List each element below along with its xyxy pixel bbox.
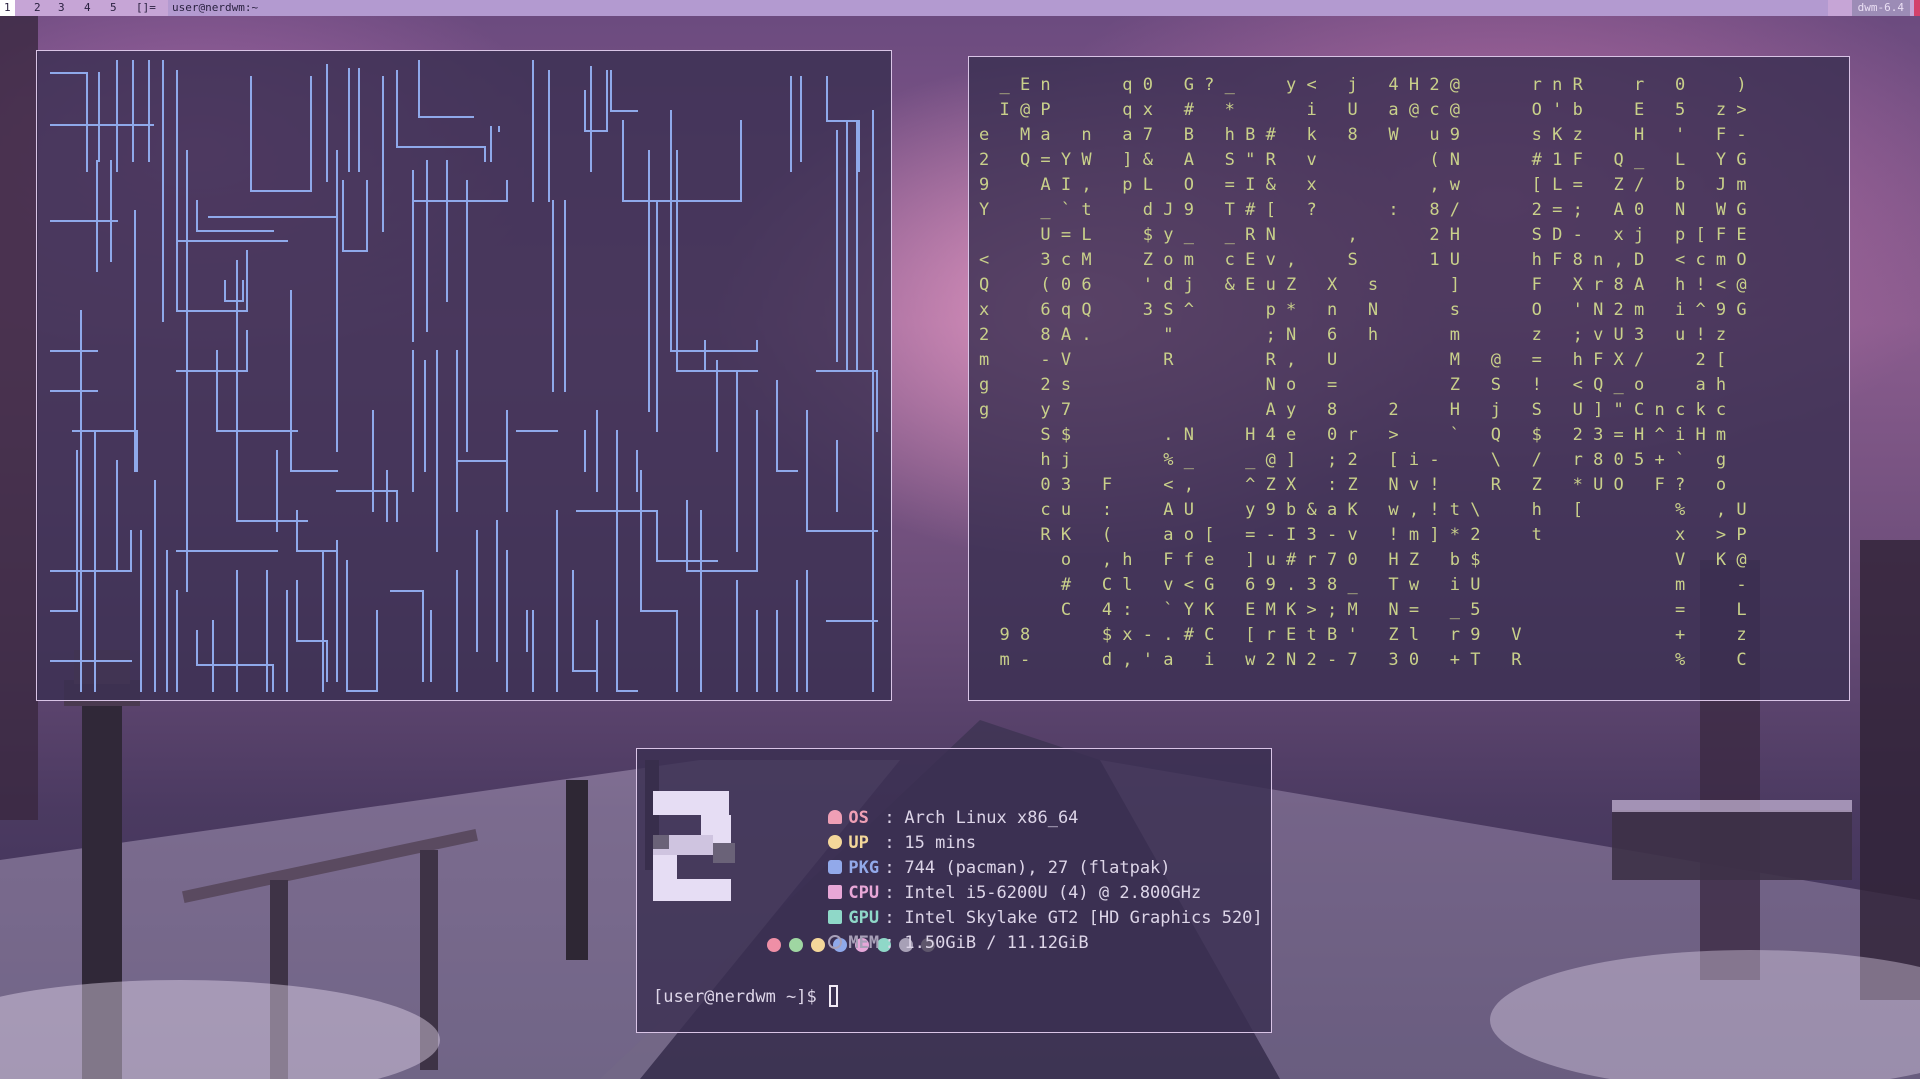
text-cursor xyxy=(829,985,838,1007)
status-indicator xyxy=(1914,0,1920,16)
tag-1[interactable]: 1 xyxy=(0,0,15,16)
pipes-terminal[interactable] xyxy=(36,50,892,701)
tag-3[interactable]: 3 xyxy=(54,0,69,16)
info-row-memory: MEM:1.50GiB / 11.12GiB xyxy=(767,906,1263,953)
info-row-uptime: UP:15 mins xyxy=(767,806,1263,853)
shell-prompt[interactable]: [user@nerdwm ~]$ xyxy=(653,985,838,1007)
tag-2[interactable]: 2 xyxy=(30,0,45,16)
matrix-terminal[interactable]: _ E n q 0 G ? _ y < j 4 H 2 @ r n R r 0 … xyxy=(968,56,1850,701)
info-row-cpu: CPU: Intel i5-6200U (4) @ 2.800GHz xyxy=(767,856,1263,903)
info-row-os: OS: Arch Linux x86_64 xyxy=(767,781,1263,828)
wm-status: dwm-6.4 xyxy=(1851,0,1910,16)
info-row-gpu: GPU: Intel Skylake GT2 [HD Graphics 520] xyxy=(767,881,1263,928)
info-row-packages: PKG:744 (pacman), 27 (flatpak) xyxy=(767,831,1263,878)
tag-4[interactable]: 4 xyxy=(80,0,95,16)
distro-logo xyxy=(653,791,735,901)
system-info: OS: Arch Linux x86_64 UP:15 mins PKG:744 … xyxy=(767,781,1263,960)
memory-icon xyxy=(828,935,843,949)
matrix-rain: _ E n q 0 G ? _ y < j 4 H 2 @ r n R r 0 … xyxy=(979,75,1747,670)
prompt-text: [user@nerdwm ~]$ xyxy=(653,987,827,1007)
window-title: user@nerdwm:~ xyxy=(172,1,259,14)
status-bar: 1 2 3 4 5 []= user@nerdwm:~ dwm-6.4 xyxy=(0,0,1920,16)
tag-5[interactable]: 5 xyxy=(106,0,121,16)
pipes-art xyxy=(50,60,878,692)
title-area xyxy=(168,0,1828,16)
layout-indicator[interactable]: []= xyxy=(132,0,160,16)
fetch-terminal[interactable]: OS: Arch Linux x86_64 UP:15 mins PKG:744 … xyxy=(636,748,1272,1033)
